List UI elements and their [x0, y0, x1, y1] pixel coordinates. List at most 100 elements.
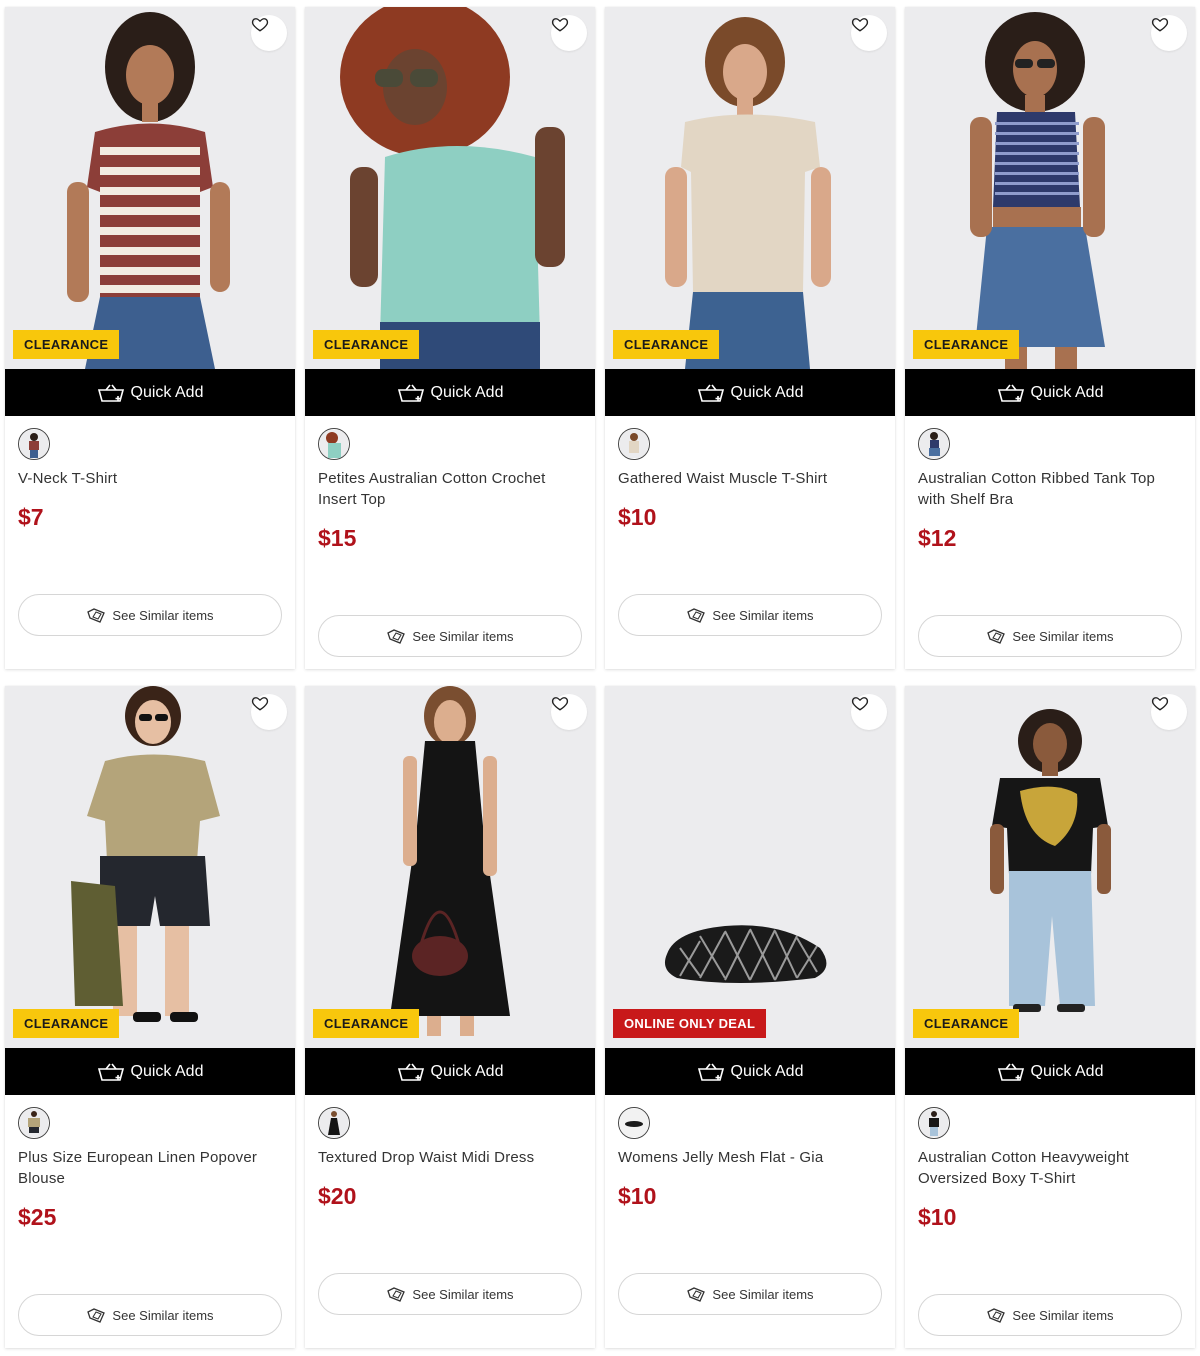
- product-name[interactable]: Australian Cotton Heavyweight Oversized …: [918, 1147, 1180, 1189]
- wishlist-heart-icon[interactable]: [851, 15, 887, 51]
- quick-add-label: Quick Add: [130, 383, 204, 401]
- quick-add-label: Quick Add: [430, 383, 504, 401]
- color-swatch[interactable]: [918, 428, 950, 460]
- quick-add-button[interactable]: Quick Add: [905, 1048, 1195, 1095]
- basket-icon: [997, 384, 1024, 402]
- wishlist-heart-icon[interactable]: [551, 15, 587, 51]
- color-swatch[interactable]: [18, 1107, 50, 1139]
- see-similar-button[interactable]: See Similar items: [18, 594, 282, 636]
- product-card[interactable]: CLEARANCE Quick Add Gathered Waist Muscl…: [605, 7, 895, 669]
- see-similar-button[interactable]: See Similar items: [918, 615, 1182, 657]
- quick-add-label: Quick Add: [1030, 383, 1104, 401]
- product-image[interactable]: CLEARANCE: [305, 686, 595, 1048]
- quick-add-label: Quick Add: [730, 1062, 804, 1080]
- product-price: $15: [318, 525, 357, 551]
- quick-add-button[interactable]: Quick Add: [5, 1048, 295, 1095]
- quick-add-button[interactable]: Quick Add: [605, 1048, 895, 1095]
- clearance-badge: CLEARANCE: [13, 1009, 120, 1038]
- product-name[interactable]: V-Neck T-Shirt: [18, 468, 280, 489]
- product-card[interactable]: CLEARANCE Quick Add V-Neck T-Shirt $7 Se…: [5, 7, 295, 669]
- see-similar-label: See Similar items: [712, 1286, 814, 1302]
- hanger-tag-icon: [387, 1287, 406, 1302]
- quick-add-button[interactable]: Quick Add: [5, 369, 295, 416]
- basket-icon: [397, 1063, 424, 1081]
- hanger-tag-icon: [687, 1287, 706, 1302]
- color-swatch[interactable]: [318, 1107, 350, 1139]
- clearance-badge: CLEARANCE: [13, 330, 120, 359]
- product-card[interactable]: CLEARANCE Quick Add Textured Drop Waist …: [305, 686, 595, 1348]
- product-price: $10: [918, 1204, 957, 1230]
- clearance-badge: CLEARANCE: [313, 330, 420, 359]
- wishlist-heart-icon[interactable]: [1151, 15, 1187, 51]
- clearance-badge: CLEARANCE: [613, 330, 720, 359]
- basket-icon: [397, 384, 424, 402]
- product-card[interactable]: CLEARANCE Quick Add Plus Size European L…: [5, 686, 295, 1348]
- hanger-tag-icon: [87, 608, 106, 623]
- product-name[interactable]: Textured Drop Waist Midi Dress: [318, 1147, 580, 1168]
- product-name[interactable]: Womens Jelly Mesh Flat - Gia: [618, 1147, 880, 1168]
- hanger-tag-icon: [387, 629, 406, 644]
- product-price: $7: [18, 504, 44, 530]
- basket-icon: [697, 1063, 724, 1081]
- quick-add-button[interactable]: Quick Add: [605, 369, 895, 416]
- hanger-tag-icon: [987, 1308, 1006, 1323]
- wishlist-heart-icon[interactable]: [551, 694, 587, 730]
- product-image[interactable]: CLEARANCE: [905, 686, 1195, 1048]
- see-similar-button[interactable]: See Similar items: [918, 1294, 1182, 1336]
- basket-icon: [97, 384, 124, 402]
- product-price: $10: [618, 504, 657, 530]
- see-similar-label: See Similar items: [712, 607, 814, 623]
- see-similar-button[interactable]: See Similar items: [618, 1273, 882, 1315]
- product-image[interactable]: CLEARANCE: [5, 686, 295, 1048]
- clearance-badge: CLEARANCE: [313, 1009, 420, 1038]
- wishlist-heart-icon[interactable]: [851, 694, 887, 730]
- basket-icon: [997, 1063, 1024, 1081]
- wishlist-heart-icon[interactable]: [251, 694, 287, 730]
- product-price: $25: [18, 1204, 57, 1230]
- color-swatch[interactable]: [618, 428, 650, 460]
- see-similar-button[interactable]: See Similar items: [618, 594, 882, 636]
- quick-add-label: Quick Add: [730, 383, 804, 401]
- product-image[interactable]: ONLINE ONLY DEAL: [605, 686, 895, 1048]
- product-card[interactable]: CLEARANCE Quick Add Australian Cotton He…: [905, 686, 1195, 1348]
- quick-add-label: Quick Add: [130, 1062, 204, 1080]
- clearance-badge: CLEARANCE: [913, 330, 1020, 359]
- see-similar-label: See Similar items: [112, 607, 214, 623]
- product-name[interactable]: Petites Australian Cotton Crochet Insert…: [318, 468, 580, 510]
- quick-add-button[interactable]: Quick Add: [305, 369, 595, 416]
- see-similar-label: See Similar items: [1012, 628, 1114, 644]
- see-similar-label: See Similar items: [412, 628, 514, 644]
- product-name[interactable]: Plus Size European Linen Popover Blouse: [18, 1147, 280, 1189]
- product-name[interactable]: Gathered Waist Muscle T-Shirt: [618, 468, 880, 489]
- color-swatch[interactable]: [618, 1107, 650, 1139]
- product-card[interactable]: CLEARANCE Quick Add Australian Cotton Ri…: [905, 7, 1195, 669]
- see-similar-label: See Similar items: [1012, 1307, 1114, 1323]
- wishlist-heart-icon[interactable]: [1151, 694, 1187, 730]
- quick-add-button[interactable]: Quick Add: [305, 1048, 595, 1095]
- wishlist-heart-icon[interactable]: [251, 15, 287, 51]
- see-similar-button[interactable]: See Similar items: [318, 1273, 582, 1315]
- product-grid: CLEARANCE Quick Add V-Neck T-Shirt $7 Se…: [0, 0, 1200, 1356]
- product-name[interactable]: Australian Cotton Ribbed Tank Top with S…: [918, 468, 1180, 510]
- see-similar-button[interactable]: See Similar items: [318, 615, 582, 657]
- color-swatch[interactable]: [918, 1107, 950, 1139]
- product-price: $10: [618, 1183, 657, 1209]
- quick-add-label: Quick Add: [1030, 1062, 1104, 1080]
- hanger-tag-icon: [987, 629, 1006, 644]
- hanger-tag-icon: [87, 1308, 106, 1323]
- color-swatch[interactable]: [318, 428, 350, 460]
- product-image[interactable]: CLEARANCE: [605, 7, 895, 369]
- product-image[interactable]: CLEARANCE: [905, 7, 1195, 369]
- see-similar-label: See Similar items: [112, 1307, 214, 1323]
- product-card[interactable]: CLEARANCE Quick Add Petites Australian C…: [305, 7, 595, 669]
- color-swatch[interactable]: [18, 428, 50, 460]
- see-similar-button[interactable]: See Similar items: [18, 1294, 282, 1336]
- product-image[interactable]: CLEARANCE: [5, 7, 295, 369]
- quick-add-button[interactable]: Quick Add: [905, 369, 1195, 416]
- basket-icon: [97, 1063, 124, 1081]
- product-price: $12: [918, 525, 957, 551]
- product-image[interactable]: CLEARANCE: [305, 7, 595, 369]
- hanger-tag-icon: [687, 608, 706, 623]
- product-card[interactable]: ONLINE ONLY DEAL Quick Add Womens Jelly …: [605, 686, 895, 1348]
- online-only-badge: ONLINE ONLY DEAL: [613, 1009, 767, 1038]
